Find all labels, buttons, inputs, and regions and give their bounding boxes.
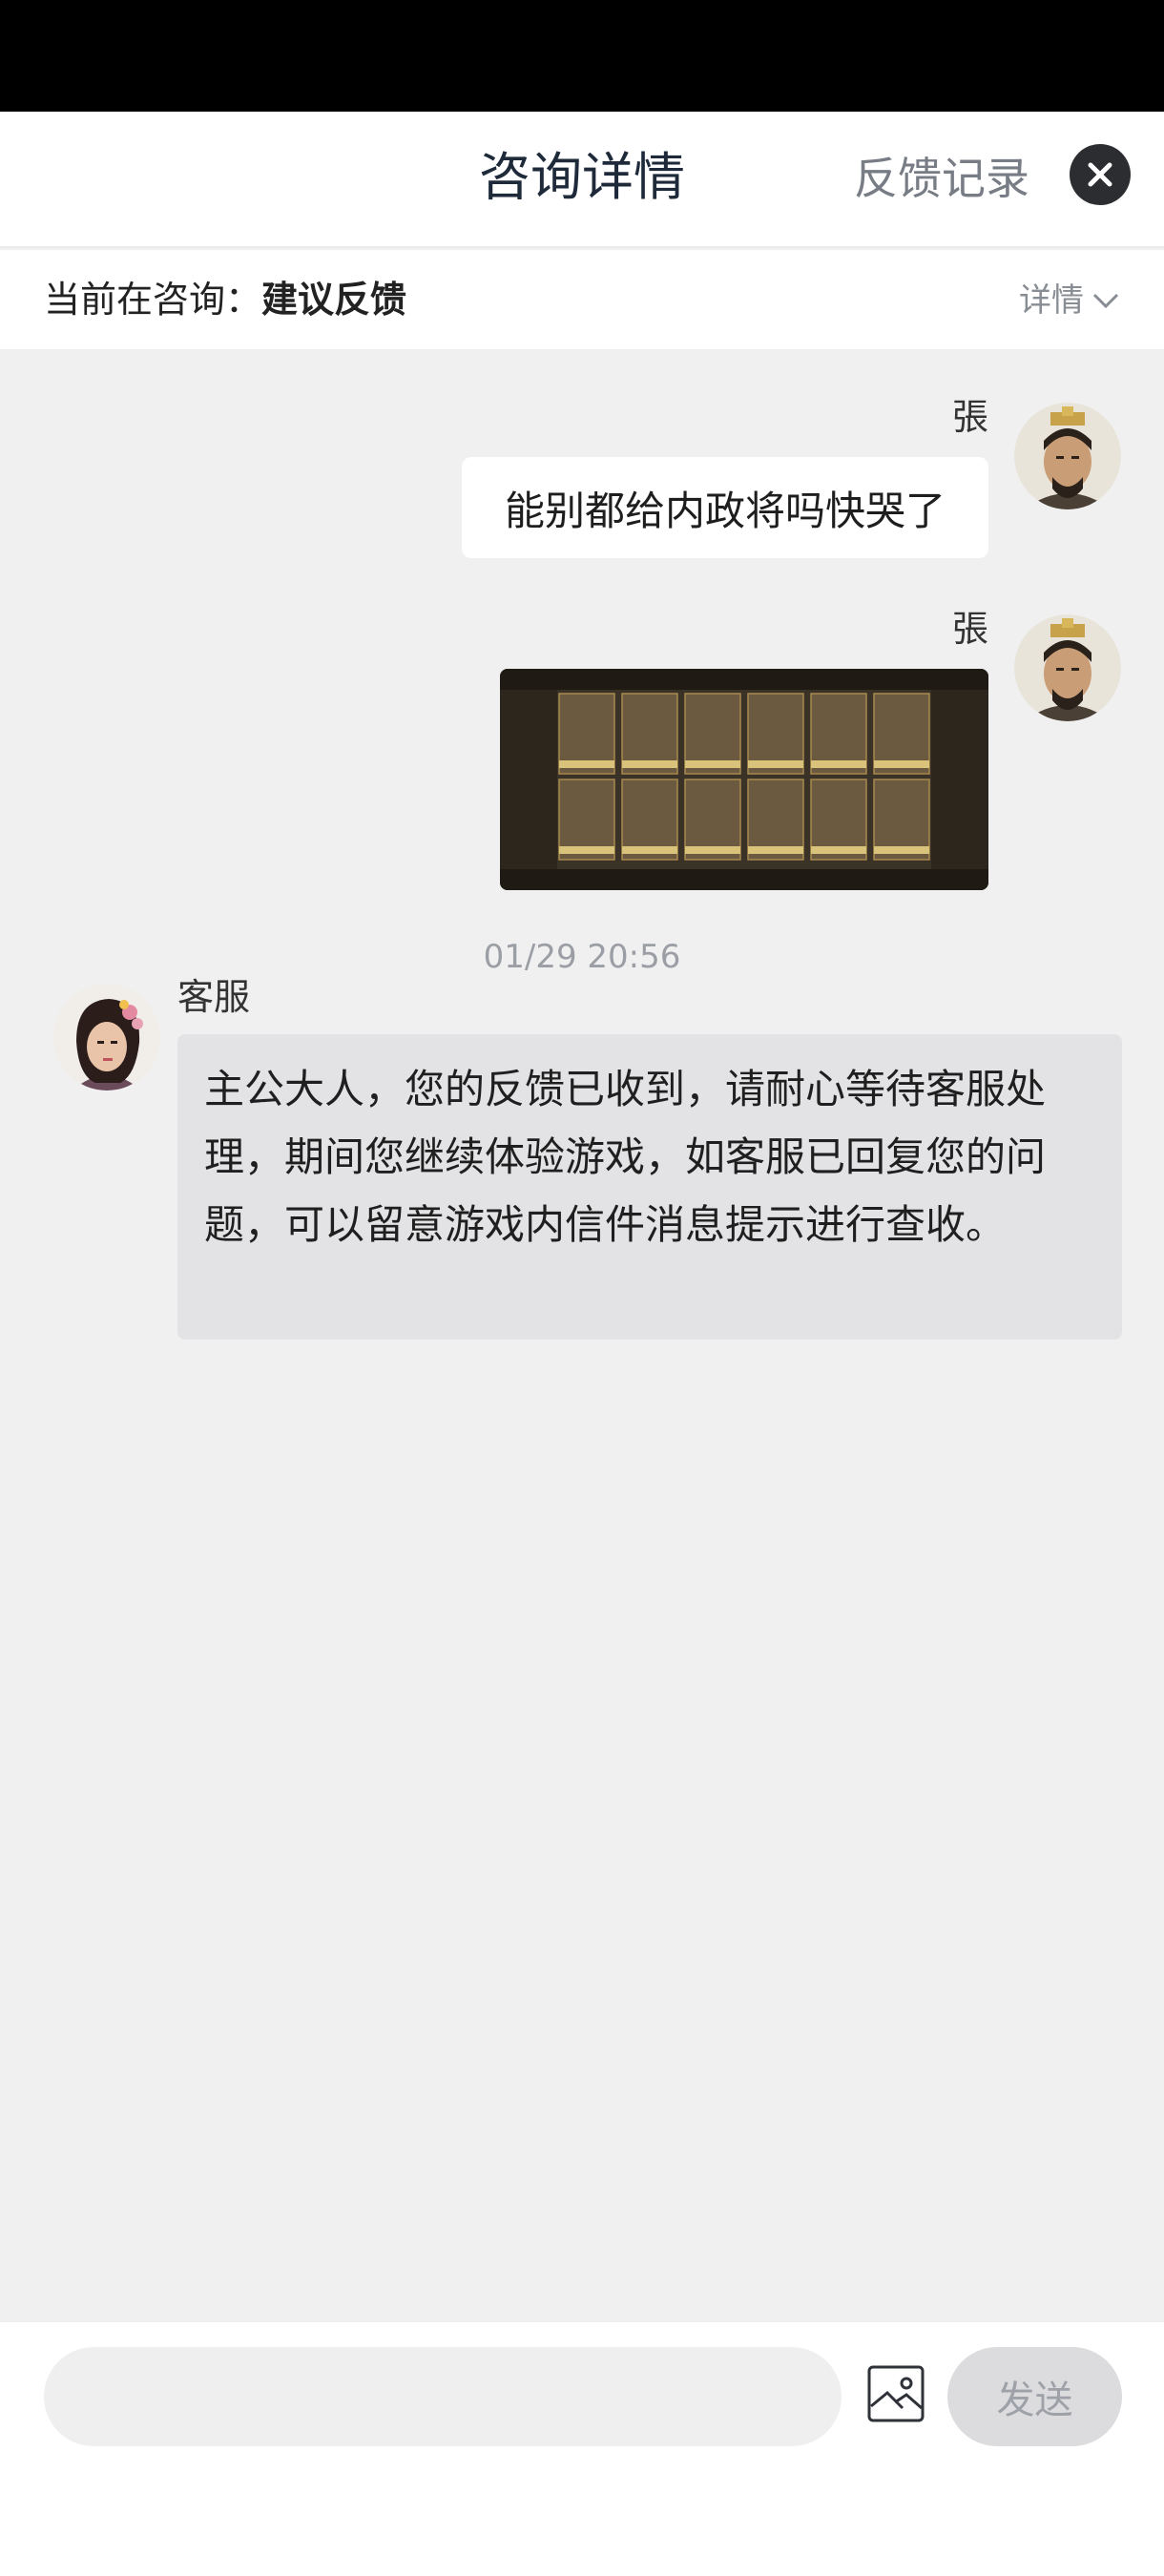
timestamp: 01/29 20:56 (483, 938, 681, 976)
close-icon (1088, 162, 1112, 187)
feedback-history-link[interactable]: 反馈记录 (854, 150, 1029, 207)
consult-prefix: 当前在咨询： (44, 279, 262, 321)
consult-topic: 建议反馈 (261, 279, 407, 321)
chat-area: 張 能别都给内政将吗快哭了 張 01/29 20:56 客服 主公大人，您的反馈… (0, 349, 1164, 2322)
image-upload-button[interactable] (866, 2364, 925, 2423)
sender-name: 張 (951, 396, 988, 438)
user-avatar[interactable] (1014, 403, 1121, 509)
user-avatar[interactable] (1014, 614, 1121, 721)
consult-bar: 当前在咨询：建议反馈 详情 (0, 250, 1164, 349)
support-avatar[interactable] (53, 984, 160, 1091)
support-sender-name: 客服 (177, 976, 251, 1018)
details-label: 详情 (1019, 281, 1084, 320)
send-button[interactable]: 发送 (947, 2347, 1122, 2446)
consult-label: 当前在咨询：建议反馈 (44, 275, 406, 324)
input-bar: 发送 (0, 2322, 1164, 2576)
message-bubble-support: 主公大人，您的反馈已收到，请耐心等待客服处理，期间您继续体验游戏，如客服已回复您… (177, 1034, 1122, 1340)
chevron-down-icon (1092, 293, 1119, 309)
image-message[interactable] (500, 669, 988, 890)
header: 咨询详情 反馈记录 (0, 112, 1164, 248)
sender-name: 張 (951, 608, 988, 650)
message-bubble-user: 能别都给内政将吗快哭了 (462, 457, 988, 558)
message-input[interactable] (44, 2347, 842, 2446)
image-icon (867, 2365, 925, 2422)
details-toggle[interactable]: 详情 (1019, 279, 1120, 322)
status-bar (0, 0, 1164, 112)
close-button[interactable] (1070, 144, 1131, 205)
